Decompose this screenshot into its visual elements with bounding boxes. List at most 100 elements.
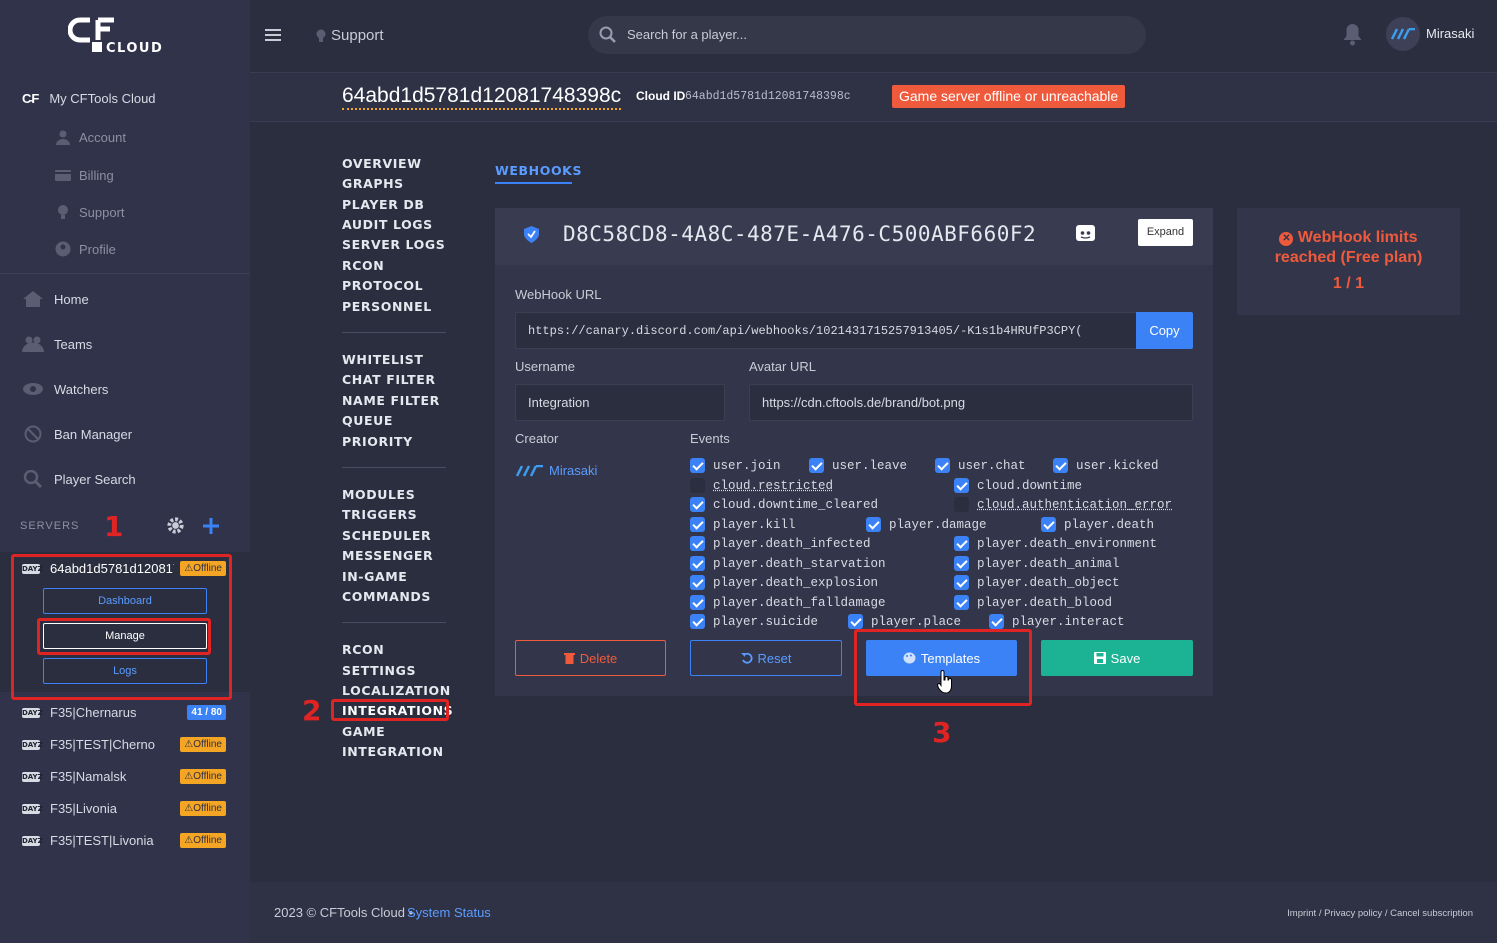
checkbox-checked[interactable]: [1053, 458, 1068, 473]
sidebar-item-billing[interactable]: Billing: [55, 167, 114, 183]
nav-player-db[interactable]: PLAYER DB: [342, 197, 424, 212]
gear-icon[interactable]: [166, 516, 185, 535]
nav-protocol[interactable]: PROTOCOL: [342, 278, 423, 293]
expand-button[interactable]: Expand: [1138, 219, 1193, 246]
nav-whitelist[interactable]: WHITELIST: [342, 352, 424, 367]
avatar-url-field[interactable]: https://cdn.cftools.de/brand/bot.png: [749, 384, 1193, 421]
checkbox-unchecked[interactable]: [690, 478, 705, 493]
footer-links[interactable]: Imprint / Privacy policy / Cancel subscr…: [1287, 908, 1473, 919]
checkbox-checked[interactable]: [954, 556, 969, 571]
sidebar-item-teams[interactable]: Teams: [22, 335, 92, 353]
event-player-death-falldamage[interactable]: player.death_falldamage: [690, 595, 886, 610]
bell-icon[interactable]: [1342, 22, 1363, 46]
webhook-url-field[interactable]: https://canary.discord.com/api/webhooks/…: [515, 312, 1137, 349]
event-player-death-explosion[interactable]: player.death_explosion: [690, 575, 878, 590]
event-player-damage[interactable]: player.damage: [866, 517, 987, 532]
nav-chat-filter[interactable]: CHAT FILTER: [342, 372, 436, 387]
nav-personnel[interactable]: PERSONNEL: [342, 299, 432, 314]
nav-scheduler[interactable]: SCHEDULER: [342, 528, 431, 543]
nav-rcon[interactable]: RCON: [342, 258, 384, 273]
checkbox-checked[interactable]: [690, 556, 705, 571]
sidebar-item-watchers[interactable]: Watchers: [22, 380, 108, 398]
nav-triggers[interactable]: TRIGGERS: [342, 507, 417, 522]
checkbox-checked[interactable]: [954, 536, 969, 551]
add-server-icon[interactable]: [202, 517, 220, 535]
event-player-kill[interactable]: player.kill: [690, 517, 796, 532]
event-cloud-downtime-cleared[interactable]: cloud.downtime_cleared: [690, 497, 878, 512]
nav-server-logs[interactable]: SERVER LOGS: [342, 237, 445, 252]
checkbox-checked[interactable]: [690, 497, 705, 512]
my-cloud-link[interactable]: C̵F My CFTools Cloud: [22, 91, 156, 106]
event-user-kicked[interactable]: user.kicked: [1053, 458, 1159, 473]
support-link[interactable]: Support: [315, 27, 384, 44]
event-player-death-environment[interactable]: player.death_environment: [954, 536, 1157, 551]
sidebar-item-home[interactable]: Home: [22, 290, 89, 308]
nav-game[interactable]: GAME: [342, 724, 385, 739]
copy-button[interactable]: Copy: [1136, 312, 1193, 349]
nav-integration[interactable]: INTEGRATION: [342, 744, 444, 759]
delete-button[interactable]: Delete: [515, 640, 666, 676]
sidebar-item-account[interactable]: Account: [55, 129, 126, 145]
server-row[interactable]: DAYZ F35|TEST|Livonia ⚠Offline: [22, 833, 226, 848]
event-player-place[interactable]: player.place: [848, 614, 961, 629]
checkbox-checked[interactable]: [954, 575, 969, 590]
checkbox-checked[interactable]: [690, 458, 705, 473]
server-row[interactable]: DAYZ F35|TEST|Cherno ⚠Offline: [22, 737, 226, 752]
nav-audit-logs[interactable]: AUDIT LOGS: [342, 217, 433, 232]
event-user-join[interactable]: user.join: [690, 458, 781, 473]
checkbox-checked[interactable]: [690, 614, 705, 629]
user-name[interactable]: Mirasaki: [1426, 26, 1474, 41]
sidebar-item-player-search[interactable]: Player Search: [22, 470, 136, 488]
checkbox-checked[interactable]: [954, 478, 969, 493]
server-row[interactable]: DAYZ F35|Chernarus 41 / 80: [22, 705, 226, 720]
checkbox-checked[interactable]: [866, 517, 881, 532]
checkbox-checked[interactable]: [690, 517, 705, 532]
creator-link[interactable]: Mirasaki: [515, 463, 597, 478]
event-player-interact[interactable]: player.interact: [989, 614, 1125, 629]
reset-button[interactable]: Reset: [690, 640, 842, 676]
nav-modules[interactable]: MODULES: [342, 487, 415, 502]
username-field[interactable]: Integration: [515, 384, 725, 421]
hamburger-icon[interactable]: [265, 28, 281, 42]
nav-name-filter[interactable]: NAME FILTER: [342, 393, 440, 408]
nav-priority[interactable]: PRIORITY: [342, 434, 413, 449]
save-button[interactable]: Save: [1041, 640, 1193, 676]
event-cloud-downtime[interactable]: cloud.downtime: [954, 478, 1082, 493]
event-player-death-infected[interactable]: player.death_infected: [690, 536, 871, 551]
checkbox-checked[interactable]: [989, 614, 1004, 629]
event-player-death-animal[interactable]: player.death_animal: [954, 556, 1120, 571]
event-user-chat[interactable]: user.chat: [935, 458, 1026, 473]
nav-queue[interactable]: QUEUE: [342, 413, 393, 428]
cftools-logo[interactable]: CLOUD: [68, 14, 188, 60]
event-player-death-starvation[interactable]: player.death_starvation: [690, 556, 886, 571]
avatar[interactable]: [1386, 17, 1420, 51]
nav-rcon-settings[interactable]: RCON: [342, 642, 384, 657]
server-row[interactable]: DAYZ F35|Livonia ⚠Offline: [22, 801, 226, 816]
server-id-title[interactable]: 64abd1d5781d12081748398c: [342, 84, 622, 110]
system-status-link[interactable]: System Status: [407, 905, 491, 920]
checkbox-checked[interactable]: [690, 536, 705, 551]
nav-in-game[interactable]: IN-GAME: [342, 569, 407, 584]
checkbox-checked[interactable]: [954, 595, 969, 610]
checkbox-checked[interactable]: [848, 614, 863, 629]
nav-overview[interactable]: OVERVIEW: [342, 156, 422, 171]
event-cloud-restricted[interactable]: cloud.restricted: [690, 478, 833, 493]
event-player-death[interactable]: player.death: [1041, 517, 1154, 532]
checkbox-unchecked[interactable]: [954, 497, 969, 512]
server-row[interactable]: DAYZ F35|Namalsk ⚠Offline: [22, 769, 226, 784]
nav-localization[interactable]: LOCALIZATION: [342, 683, 451, 698]
player-search-bar[interactable]: Search for a player...: [588, 16, 1146, 54]
sidebar-item-profile[interactable]: Profile: [55, 241, 116, 257]
checkbox-checked[interactable]: [1041, 517, 1056, 532]
nav-settings[interactable]: SETTINGS: [342, 663, 416, 678]
event-player-death-object[interactable]: player.death_object: [954, 575, 1120, 590]
sidebar-item-ban-manager[interactable]: Ban Manager: [22, 425, 132, 443]
checkbox-checked[interactable]: [690, 595, 705, 610]
search-input[interactable]: Search for a player...: [627, 27, 747, 42]
nav-messenger[interactable]: MESSENGER: [342, 548, 433, 563]
nav-graphs[interactable]: GRAPHS: [342, 176, 404, 191]
checkbox-checked[interactable]: [690, 575, 705, 590]
tab-webhooks[interactable]: WEBHOOKS: [495, 163, 582, 178]
event-user-leave[interactable]: user.leave: [809, 458, 907, 473]
event-cloud-authentication-error[interactable]: cloud.authentication_error: [954, 497, 1172, 512]
